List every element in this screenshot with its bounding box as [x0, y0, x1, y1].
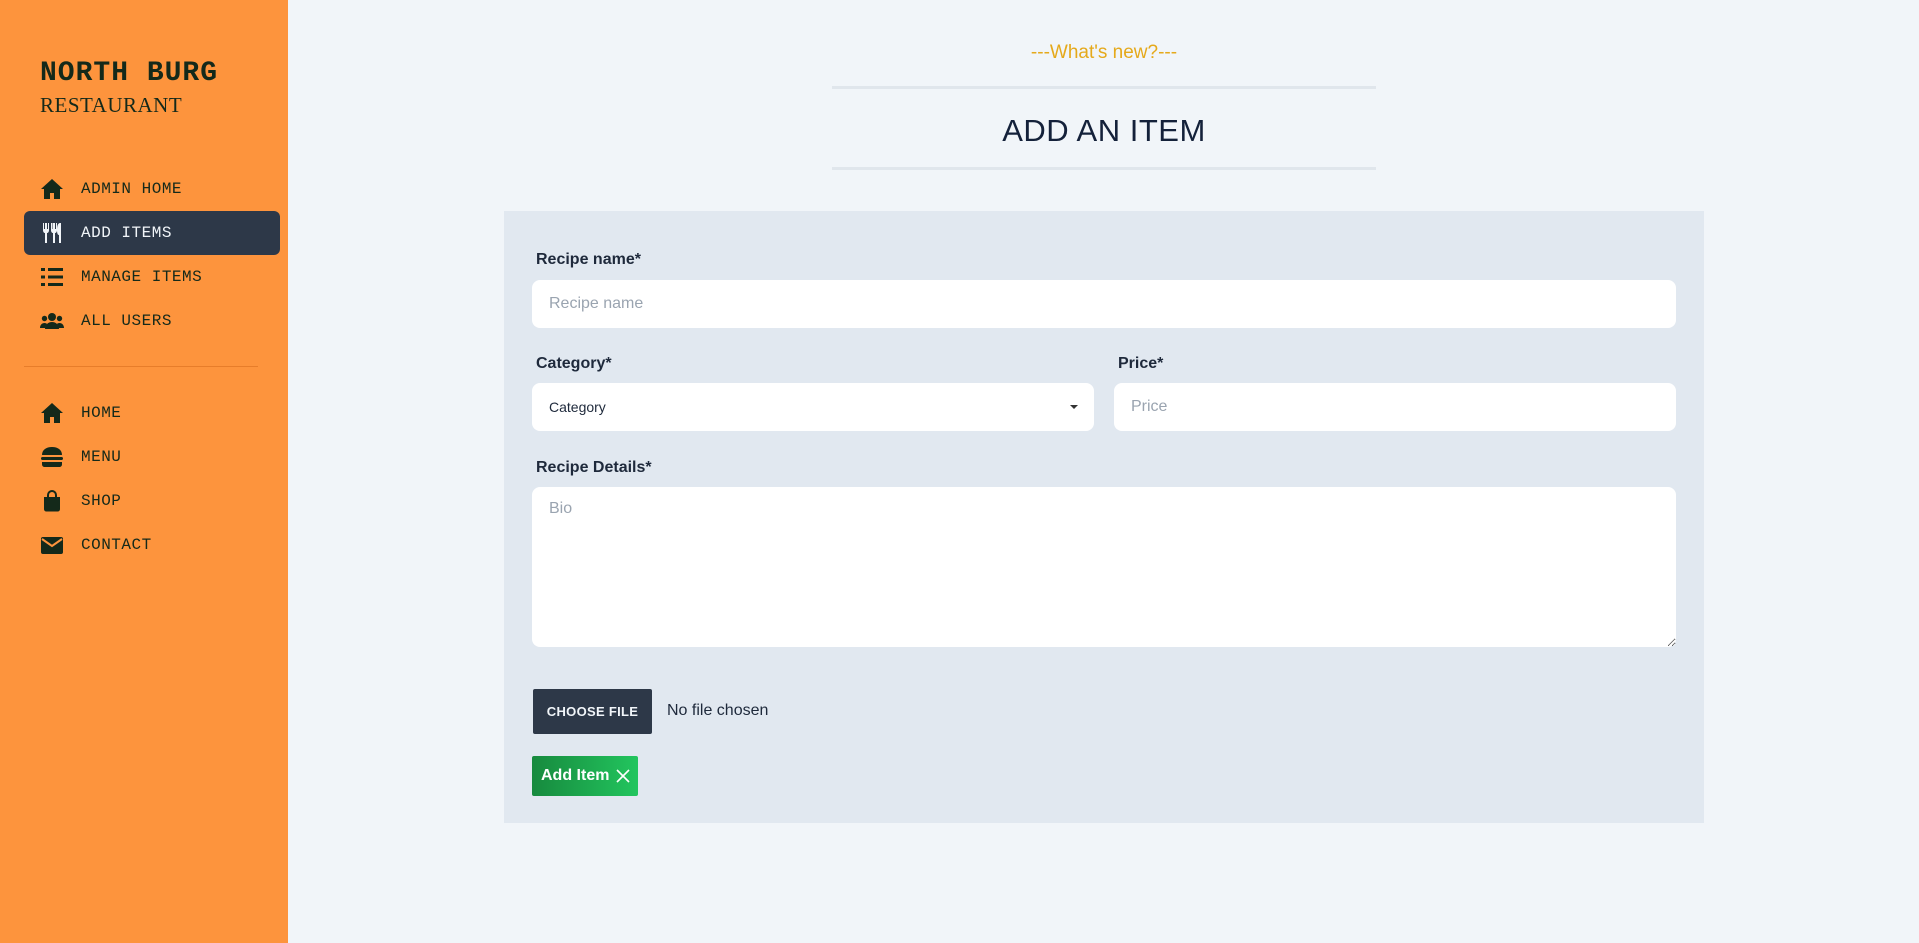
sidebar: NORTH BURG RESTAURANT ADMIN HOME ADD ITE… — [0, 0, 288, 943]
page-title: ADD AN ITEM — [1002, 113, 1206, 148]
category-select-value: Category — [549, 399, 606, 415]
add-item-button[interactable]: Add Item — [532, 756, 638, 796]
sidebar-item-admin-home[interactable]: ADMIN HOME — [24, 167, 280, 211]
admin-nav: ADMIN HOME ADD ITEMS MANAGE ITEMS ALL US… — [24, 167, 280, 343]
shopping-bag-icon — [39, 490, 65, 512]
sidebar-item-menu[interactable]: MENU — [24, 435, 280, 479]
recipe-details-label: Recipe Details* — [536, 459, 652, 476]
choose-file-button[interactable]: CHOOSE FILE — [533, 689, 652, 734]
sidebar-item-home[interactable]: HOME — [24, 391, 280, 435]
home-icon — [39, 402, 65, 424]
file-status-text: No file chosen — [667, 702, 769, 719]
sidebar-item-all-users[interactable]: ALL USERS — [24, 299, 280, 343]
home-icon — [39, 178, 65, 200]
sidebar-item-shop[interactable]: SHOP — [24, 479, 280, 523]
sidebar-item-add-items[interactable]: ADD ITEMS — [24, 211, 280, 255]
utensils-cross-icon — [616, 769, 631, 783]
sidebar-item-label: HOME — [81, 404, 122, 422]
heading-rule-bottom — [832, 167, 1376, 170]
price-input[interactable] — [1114, 383, 1676, 431]
category-select[interactable]: Category — [532, 383, 1094, 431]
section-subheading: ---What's new?--- — [1030, 42, 1178, 63]
category-label: Category* — [536, 355, 612, 372]
sidebar-item-label: ADMIN HOME — [81, 180, 183, 198]
sidebar-item-manage-items[interactable]: MANAGE ITEMS — [24, 255, 280, 299]
site-nav: HOME MENU SHOP CONTACT — [24, 391, 280, 567]
sidebar-item-label: MENU — [81, 448, 122, 466]
burger-icon — [39, 446, 65, 468]
sidebar-item-label: ALL USERS — [81, 312, 172, 330]
sidebar-item-contact[interactable]: CONTACT — [24, 523, 280, 567]
sidebar-divider — [24, 366, 258, 367]
chevron-down-icon — [1070, 405, 1078, 409]
brand-subtitle: RESTAURANT — [40, 93, 183, 117]
add-item-form: Recipe name* Category* Category Price* R… — [504, 211, 1704, 823]
users-icon — [39, 310, 65, 332]
list-icon — [39, 266, 65, 288]
sidebar-item-label: ADD ITEMS — [81, 224, 172, 242]
envelope-icon — [39, 534, 65, 556]
add-item-button-label: Add Item — [541, 767, 610, 784]
recipe-name-input[interactable] — [532, 280, 1676, 328]
sidebar-item-label: MANAGE ITEMS — [81, 268, 203, 286]
price-label: Price* — [1118, 355, 1164, 372]
recipe-details-textarea[interactable] — [532, 487, 1676, 647]
sidebar-item-label: SHOP — [81, 492, 122, 510]
recipe-name-label: Recipe name* — [536, 251, 641, 268]
brand: NORTH BURG RESTAURANT — [40, 58, 218, 118]
utensils-icon — [39, 222, 65, 244]
heading-rule-top — [832, 86, 1376, 89]
sidebar-item-label: CONTACT — [81, 536, 152, 554]
